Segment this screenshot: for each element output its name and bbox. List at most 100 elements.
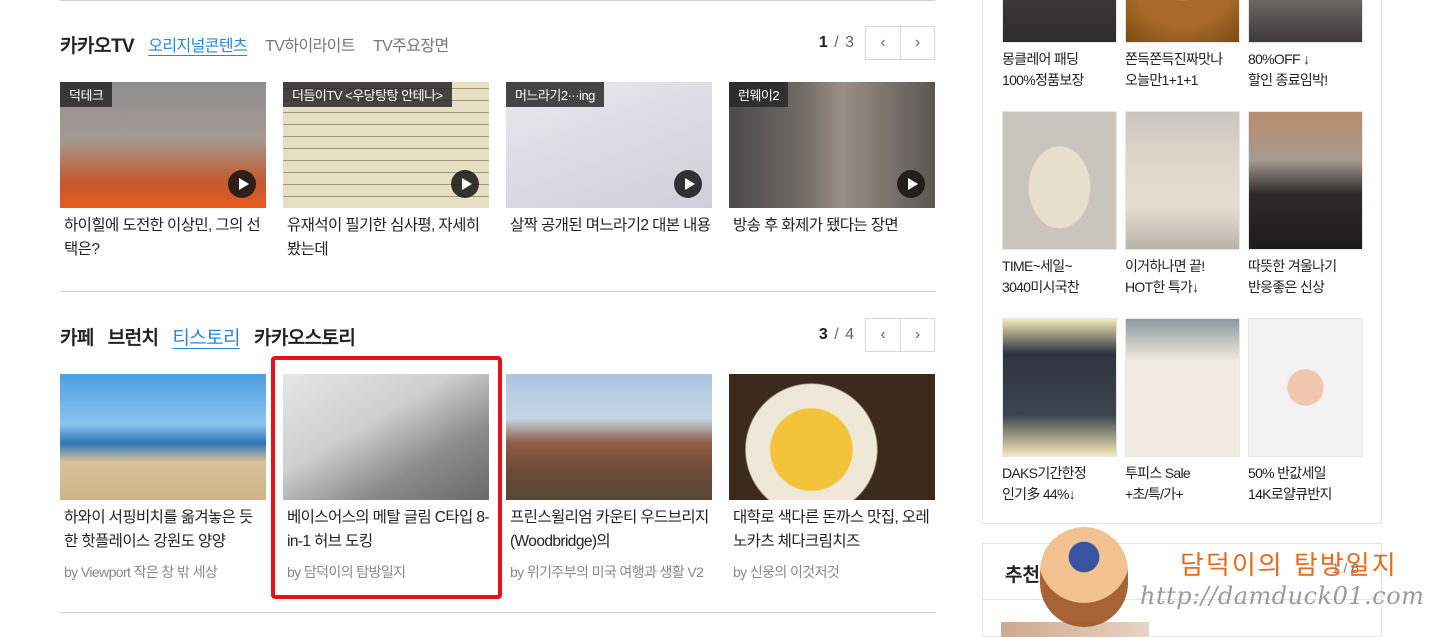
product-line1[interactable]: 따뜻한 겨울나기 — [1248, 256, 1363, 277]
product-line1[interactable]: 이거하나면 끝! — [1125, 256, 1240, 277]
blog-author[interactable]: by 신웅의 이것저것 — [729, 562, 935, 582]
product-item[interactable]: 투피스 Sale +초/특/가+ — [1125, 318, 1240, 505]
video-thumbnail[interactable]: 런웨이2 — [729, 82, 935, 208]
blog-author[interactable]: by 위기주부의 미국 여행과 생활 V2 — [506, 562, 712, 582]
watermark-avatar-icon — [1040, 527, 1128, 627]
product-image[interactable] — [1248, 111, 1363, 250]
product-line1[interactable]: 몽클레어 패딩 — [1002, 49, 1117, 70]
blog-author[interactable]: by Viewport 작은 창 밖 세상 — [60, 562, 266, 582]
watermark-name: 담덕이의 탐방일지 — [1180, 551, 1398, 581]
page-total: 3 — [845, 34, 855, 51]
channel-badge: 머느라기2···ing — [506, 82, 604, 107]
product-item[interactable]: 이거하나면 끝! HOT한 특가↓ — [1125, 111, 1240, 298]
tab-kakaostory[interactable]: 카카오스토리 — [254, 323, 356, 350]
product-line2[interactable]: 할인 종료임박! — [1248, 70, 1363, 91]
blog-card[interactable]: 하와이 서핑비치를 옮겨놓은 듯한 핫플레이스 강원도 양양 by Viewpo… — [60, 374, 266, 582]
next-button[interactable]: › — [900, 27, 934, 59]
video-title[interactable]: 방송 후 화제가 됐다는 장면 — [729, 214, 935, 262]
video-card[interactable]: 더듬이TV <우당탕탕 안테나> 유재석이 필기한 심사평, 자세히 봤는데 — [283, 82, 489, 262]
play-icon[interactable] — [897, 170, 925, 198]
blog-thumbnail[interactable] — [729, 374, 935, 500]
blog-title[interactable]: 대학로 색다른 돈까스 맛집, 오레노카츠 체다크림치즈 — [729, 506, 935, 554]
divider — [60, 612, 935, 613]
tab-brunch[interactable]: 브런치 — [108, 323, 159, 350]
divider — [60, 0, 935, 1]
kakaotv-tabs: 카카오TV 오리지널콘텐츠 TV하이라이트 TV주요장면 — [60, 24, 467, 64]
channel-badge: 런웨이2 — [729, 82, 789, 107]
video-card[interactable]: 덕테크 하이힐에 도전한 이상민, 그의 선택은? — [60, 82, 266, 262]
chevron-right-icon: › — [914, 34, 921, 51]
watermark-url: http://damduck01.com — [1140, 582, 1425, 610]
page-current: 1 — [818, 34, 829, 51]
product-image[interactable] — [1125, 0, 1240, 43]
chevron-right-icon: › — [914, 326, 921, 343]
video-card[interactable]: 런웨이2 방송 후 화제가 됐다는 장면 — [729, 82, 935, 262]
blog-card[interactable]: 프린스윌리엄 카운티 우드브리지(Woodbridge)의 by 위기주부의 미… — [506, 374, 712, 582]
product-line2[interactable]: 14K로얄큐반지 — [1248, 484, 1363, 505]
product-line1[interactable]: 80%OFF ↓ — [1248, 49, 1363, 70]
product-image[interactable] — [1002, 0, 1117, 43]
product-item[interactable]: DAKS기간한정 인기多 44%↓ — [1002, 318, 1117, 505]
play-icon[interactable] — [228, 170, 256, 198]
video-card[interactable]: 머느라기2···ing 살짝 공개된 며느라기2 대본 내용 — [506, 82, 712, 262]
kakaotv-pager: 1 / 3 ‹ › — [819, 26, 935, 60]
video-thumbnail[interactable]: 덕테크 — [60, 82, 266, 208]
tab-cafe[interactable]: 카페 — [60, 323, 94, 350]
product-image[interactable] — [1248, 0, 1363, 43]
video-title[interactable]: 하이힐에 도전한 이상민, 그의 선택은? — [60, 214, 266, 262]
pager-arrows: ‹ › — [865, 26, 935, 60]
product-line1[interactable]: DAKS기간한정 — [1002, 463, 1117, 484]
product-line1[interactable]: TIME~세일~ — [1002, 256, 1117, 277]
product-line1[interactable]: 50% 반값세일 — [1248, 463, 1363, 484]
product-line2[interactable]: +초/특/가+ — [1125, 484, 1240, 505]
page-indicator: 3 / 4 — [818, 326, 855, 343]
play-icon[interactable] — [674, 170, 702, 198]
product-image[interactable] — [1002, 111, 1117, 250]
tab-original-content[interactable]: 오리지널콘텐츠 — [148, 32, 247, 56]
blogs-pager: 3 / 4 ‹ › — [819, 318, 935, 352]
prev-button[interactable]: ‹ — [866, 319, 900, 351]
video-thumbnail[interactable]: 더듬이TV <우당탕탕 안테나> — [283, 82, 489, 208]
video-thumbnail[interactable]: 머느라기2···ing — [506, 82, 712, 208]
product-line2[interactable]: 100%정품보장 — [1002, 70, 1117, 91]
highlight-box — [271, 356, 502, 599]
product-line1[interactable]: 쫀득쫀득진짜맛나 — [1125, 49, 1240, 70]
product-line1[interactable]: 투피스 Sale — [1125, 463, 1240, 484]
product-item[interactable]: TIME~세일~ 3040미시국찬 — [1002, 111, 1117, 298]
product-image[interactable] — [1002, 318, 1117, 457]
page-indicator: 1 / 3 — [818, 34, 855, 51]
next-button[interactable]: › — [900, 319, 934, 351]
product-image[interactable] — [1125, 318, 1240, 457]
page-total: 4 — [845, 326, 855, 343]
product-item[interactable]: 50% 반값세일 14K로얄큐반지 — [1248, 318, 1363, 505]
product-item[interactable]: 몽클레어 패딩 100%정품보장 — [1002, 0, 1117, 91]
video-title[interactable]: 살짝 공개된 며느라기2 대본 내용 — [506, 214, 712, 262]
product-line2[interactable]: 반응좋은 신상 — [1248, 277, 1363, 298]
product-item[interactable]: 따뜻한 겨울나기 반응좋은 신상 — [1248, 111, 1363, 298]
product-line2[interactable]: 오늘만1+1+1 — [1125, 70, 1240, 91]
blog-card[interactable]: 대학로 색다른 돈까스 맛집, 오레노카츠 체다크림치즈 by 신웅의 이것저것 — [729, 374, 935, 582]
product-image[interactable] — [1248, 318, 1363, 457]
product-line2[interactable]: 인기多 44%↓ — [1002, 484, 1117, 505]
tab-tv-main-scenes[interactable]: TV주요장면 — [373, 32, 449, 56]
recommend-title: 추천 — [1005, 565, 1040, 586]
kakaotv-title[interactable]: 카카오TV — [60, 31, 135, 58]
chevron-left-icon: ‹ — [880, 34, 886, 51]
play-icon[interactable] — [451, 170, 479, 198]
prev-button[interactable]: ‹ — [866, 27, 900, 59]
tab-tistory[interactable]: 티스토리 — [172, 323, 240, 350]
product-item[interactable]: 쫀득쫀득진짜맛나 오늘만1+1+1 — [1125, 0, 1240, 91]
channel-badge: 덕테크 — [60, 82, 113, 107]
video-title[interactable]: 유재석이 필기한 심사평, 자세히 봤는데 — [283, 214, 489, 262]
page-current: 3 — [818, 326, 829, 343]
blog-title[interactable]: 프린스윌리엄 카운티 우드브리지(Woodbridge)의 — [506, 506, 712, 554]
product-line2[interactable]: 3040미시국찬 — [1002, 277, 1117, 298]
product-image[interactable] — [1125, 111, 1240, 250]
product-item[interactable]: 80%OFF ↓ 할인 종료임박! — [1248, 0, 1363, 91]
blog-title[interactable]: 하와이 서핑비치를 옮겨놓은 듯한 핫플레이스 강원도 양양 — [60, 506, 266, 554]
blog-thumbnail[interactable] — [60, 374, 266, 500]
pager-arrows: ‹ › — [865, 318, 935, 352]
tab-tv-highlight[interactable]: TV하이라이트 — [265, 32, 355, 56]
blog-thumbnail[interactable] — [506, 374, 712, 500]
product-line2[interactable]: HOT한 특가↓ — [1125, 277, 1240, 298]
